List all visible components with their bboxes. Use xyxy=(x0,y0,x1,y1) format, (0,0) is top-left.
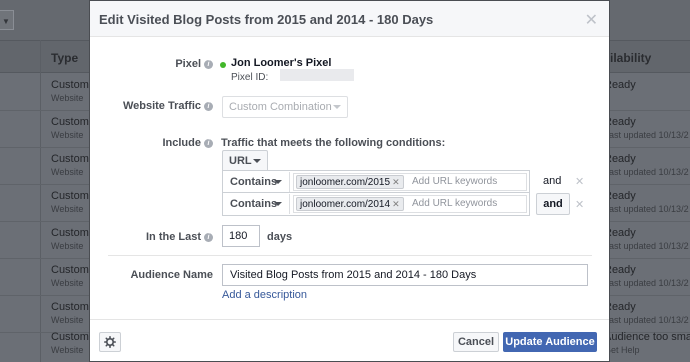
website-traffic-label: Website Traffic xyxy=(122,100,201,112)
keyword-placeholder: Add URL keywords xyxy=(412,176,498,187)
settings-button[interactable] xyxy=(99,332,121,352)
days-unit-label: days xyxy=(267,231,293,243)
dialog-footer: Cancel Update Audience xyxy=(90,319,609,361)
pixel-id-label: Pixel ID: xyxy=(231,72,269,83)
include-label: Include xyxy=(162,137,201,149)
keyword-tag: jonloomer.com/2015 ✕ xyxy=(296,175,404,189)
audience-name-label: Audience Name xyxy=(130,269,213,281)
gear-icon xyxy=(104,336,116,348)
row-updated: Last updated 10/13/2 xyxy=(604,278,689,288)
url-keywords-input[interactable]: jonloomer.com/2015 ✕ Add URL keywords xyxy=(293,173,527,191)
pixel-label-row: Pixel i xyxy=(175,58,213,70)
remove-tag-icon[interactable]: ✕ xyxy=(392,199,400,209)
edit-audience-dialog: Edit Visited Blog Posts from 2015 and 20… xyxy=(89,0,610,362)
dialog-title: Edit Visited Blog Posts from 2015 and 20… xyxy=(99,12,434,27)
add-and-button[interactable]: and xyxy=(536,193,570,215)
operator-value: Contains xyxy=(230,198,278,210)
keyword-tag-text: jonloomer.com/2014 xyxy=(300,199,391,210)
keyword-placeholder: Add URL keywords xyxy=(412,198,498,209)
include-label-row: Include i xyxy=(162,137,213,149)
remove-condition-icon[interactable]: ✕ xyxy=(575,175,584,188)
condition-row-2: Contains jonloomer.com/2014 ✕ Add URL key… xyxy=(222,192,530,216)
cancel-button[interactable]: Cancel xyxy=(453,332,499,352)
remove-tag-icon[interactable]: ✕ xyxy=(392,177,400,187)
condition-row-1: Contains jonloomer.com/2015 ✕ Add URL key… xyxy=(222,170,530,194)
operator-select[interactable]: Contains xyxy=(224,194,290,214)
include-description: Traffic that meets the following conditi… xyxy=(221,137,446,149)
in-the-last-label: In the Last xyxy=(145,231,201,243)
pixel-label: Pixel xyxy=(175,58,201,70)
chevron-down-icon xyxy=(333,105,341,109)
chevron-down-icon xyxy=(274,202,282,206)
operator-select[interactable]: Contains xyxy=(224,172,290,192)
row-updated: Last updated 10/13/2 xyxy=(604,204,689,214)
audience-name-input[interactable]: Visited Blog Posts from 2015 and 2014 - … xyxy=(222,264,588,286)
chevron-down-icon xyxy=(253,159,261,163)
update-audience-button[interactable]: Update Audience xyxy=(503,332,597,352)
website-traffic-label-row: Website Traffic i xyxy=(123,100,213,112)
add-description-link[interactable]: Add a description xyxy=(222,289,307,301)
url-field-select[interactable]: URL xyxy=(222,150,268,172)
row-updated: Last updated 10/13/2 xyxy=(604,130,689,140)
url-field-value: URL xyxy=(229,155,252,167)
days-input[interactable]: 180 xyxy=(222,225,260,247)
pixel-status-dot xyxy=(220,62,226,68)
help-icon[interactable]: i xyxy=(204,60,213,69)
column-header-type: Type xyxy=(51,51,79,65)
get-help-link: Get Help xyxy=(604,345,640,355)
in-the-last-label-row: In the Last i xyxy=(146,231,213,243)
help-icon[interactable]: i xyxy=(204,102,213,111)
pixel-id-value xyxy=(280,69,354,81)
chevron-down-icon: ▼ xyxy=(2,17,10,26)
website-traffic-value: Custom Combination xyxy=(229,101,332,113)
operator-value: Contains xyxy=(230,176,278,188)
column-header-availability: ilability xyxy=(610,51,652,65)
pixel-name: Jon Loomer's Pixel xyxy=(231,57,332,69)
row-updated: Last updated 10/13/2 xyxy=(604,167,689,177)
row-availability: Audience too small xyxy=(604,331,690,343)
keyword-tag-text: jonloomer.com/2015 xyxy=(300,177,391,188)
help-icon[interactable]: i xyxy=(204,139,213,148)
keyword-tag: jonloomer.com/2014 ✕ xyxy=(296,197,404,211)
dialog-header: Edit Visited Blog Posts from 2015 and 20… xyxy=(90,1,609,37)
and-connector: and xyxy=(543,175,562,187)
help-icon[interactable]: i xyxy=(204,233,213,242)
section-divider xyxy=(108,255,592,256)
url-keywords-input[interactable]: jonloomer.com/2014 ✕ Add URL keywords xyxy=(293,195,527,213)
chevron-down-icon xyxy=(274,180,282,184)
row-updated: Last updated 10/13/2 xyxy=(604,241,689,251)
remove-condition-icon[interactable]: ✕ xyxy=(575,198,584,211)
website-traffic-select[interactable]: Custom Combination xyxy=(222,96,348,118)
close-icon[interactable]: ✕ xyxy=(585,10,598,30)
background-dropdown: ▼ xyxy=(0,10,14,30)
